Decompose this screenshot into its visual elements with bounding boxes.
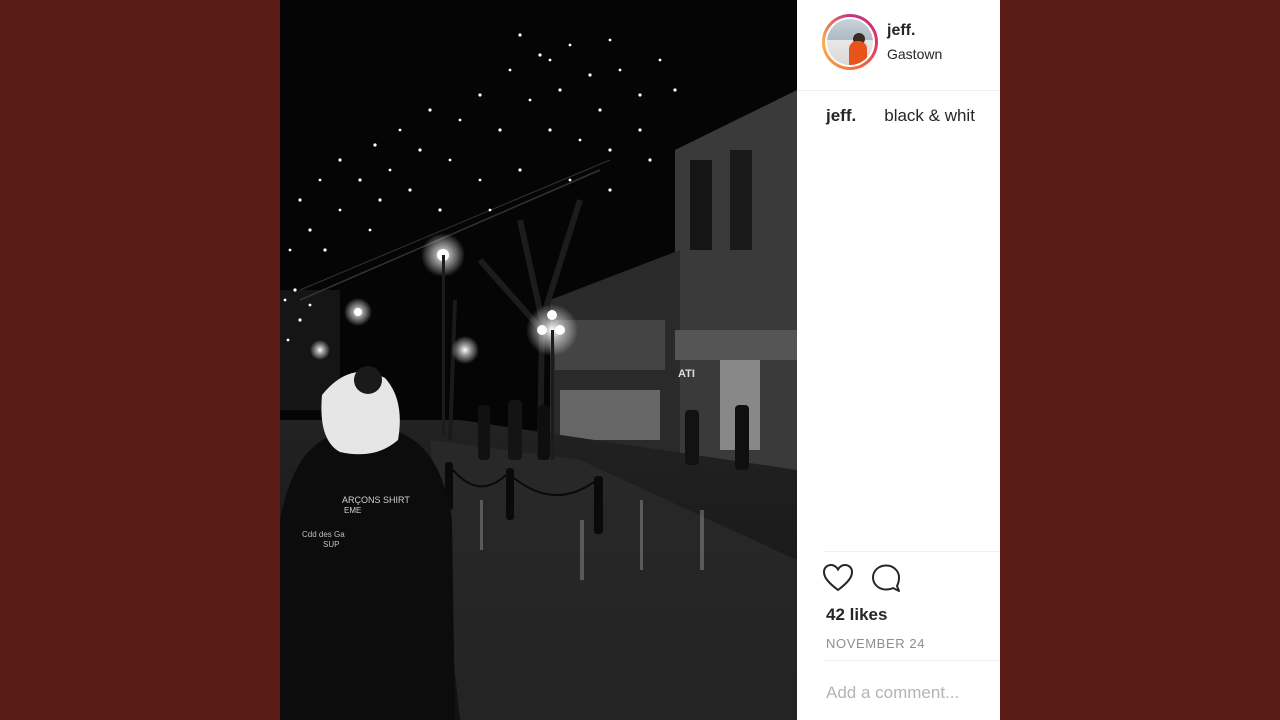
caption-username[interactable]: jeff. — [826, 106, 856, 125]
comment-input[interactable] — [826, 683, 1000, 703]
post-sidebar: jeff. Gastown jeff. black & whit 42 likes… — [797, 0, 1000, 720]
jacket-text-4: SUP — [323, 540, 339, 549]
post-header: jeff. Gastown — [797, 0, 1000, 91]
caption-text: black & whit — [884, 106, 975, 125]
post-username[interactable]: jeff. — [887, 22, 915, 40]
post-actions — [822, 551, 1000, 592]
avatar-inner — [825, 17, 875, 67]
post-date: NOVEMBER 24 — [826, 636, 926, 651]
add-comment-section — [825, 660, 1000, 720]
jacket-text-3: Cdd des Ga — [302, 530, 345, 539]
store-sign-text: ATI — [678, 368, 695, 380]
post-location[interactable]: Gastown — [887, 46, 942, 62]
avatar[interactable] — [822, 14, 878, 70]
avatar-image — [827, 19, 873, 65]
comment-bubble-icon[interactable] — [871, 564, 901, 597]
heart-icon[interactable] — [822, 563, 854, 597]
post-photo[interactable]: ARÇONS SHIRT EME Cdd des Ga SUP ATI — [280, 0, 797, 720]
post-caption: jeff. black & whit — [826, 106, 975, 126]
likes-count[interactable]: 42 likes — [826, 605, 887, 625]
street-night-photo: ARÇONS SHIRT EME Cdd des Ga SUP ATI — [280, 0, 797, 720]
instagram-post: ARÇONS SHIRT EME Cdd des Ga SUP ATI jeff… — [280, 0, 1000, 720]
jacket-text-1: ARÇONS SHIRT — [342, 495, 410, 505]
jacket-text-2: EME — [344, 506, 361, 515]
avatar-figure — [849, 41, 867, 65]
